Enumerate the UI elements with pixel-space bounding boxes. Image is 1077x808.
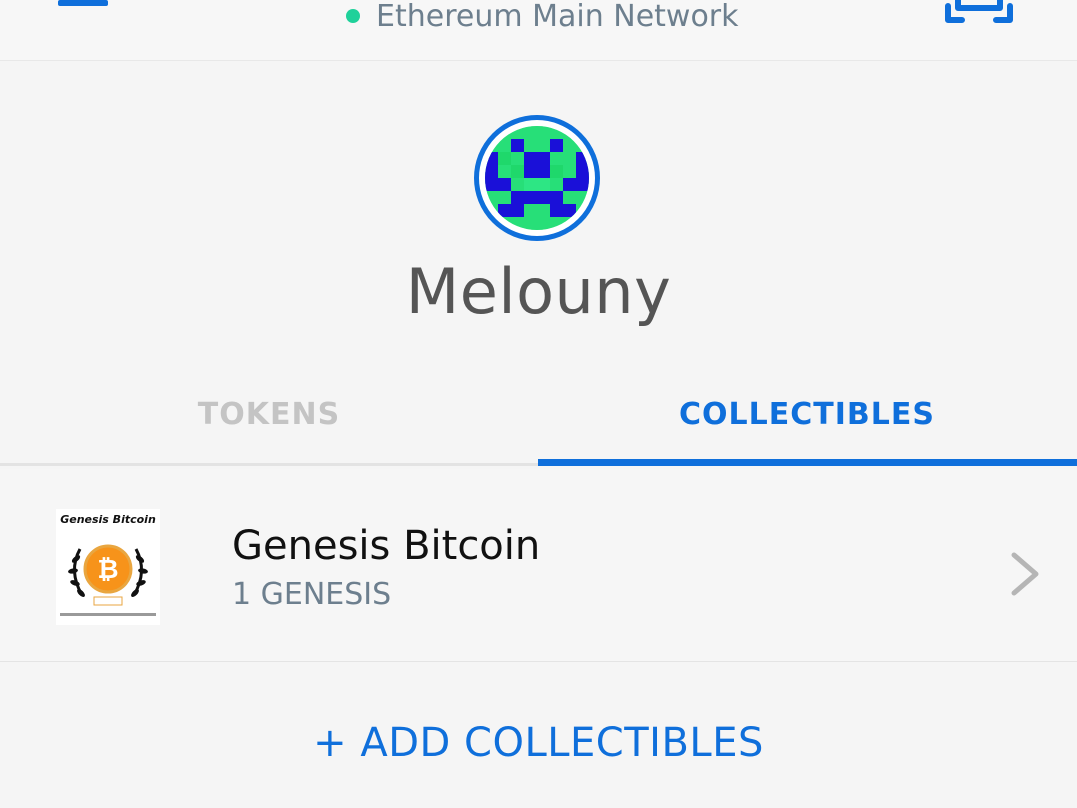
top-navbar: Ethereum Main Network [0, 0, 1077, 61]
account-avatar[interactable] [474, 115, 600, 241]
asset-tabs: TOKENS COLLECTIBLES [0, 362, 1077, 466]
network-name: Ethereum Main Network [376, 0, 739, 34]
account-profile: Melouny [0, 61, 1077, 361]
collectible-thumbnail: Genesis Bitcoin ₿ [56, 509, 160, 625]
collectible-name: Genesis Bitcoin [232, 523, 541, 569]
network-indicator[interactable]: Ethereum Main Network [346, 0, 739, 34]
chevron-right-icon [1011, 552, 1039, 596]
tab-tokens[interactable]: TOKENS [0, 362, 538, 466]
svg-text:₿: ₿ [97, 555, 118, 585]
active-tab-indicator [538, 459, 1077, 466]
hamburger-menu-icon[interactable] [58, 0, 108, 6]
collectible-amount: 1 GENESIS [232, 577, 392, 612]
network-status-dot [346, 9, 360, 23]
qr-scan-icon[interactable] [944, 0, 1014, 26]
add-collectibles-button[interactable]: + ADD COLLECTIBLES [0, 720, 1077, 766]
collectible-item[interactable]: Genesis Bitcoin ₿ Genesis Bitcoin 1 GENE… [0, 469, 1077, 662]
bitcoin-coin-icon: ₿ [68, 544, 148, 606]
account-name: Melouny [405, 255, 672, 328]
tab-collectibles[interactable]: COLLECTIBLES [538, 362, 1076, 466]
identicon-avatar [485, 126, 589, 230]
thumbnail-caption [60, 613, 156, 616]
